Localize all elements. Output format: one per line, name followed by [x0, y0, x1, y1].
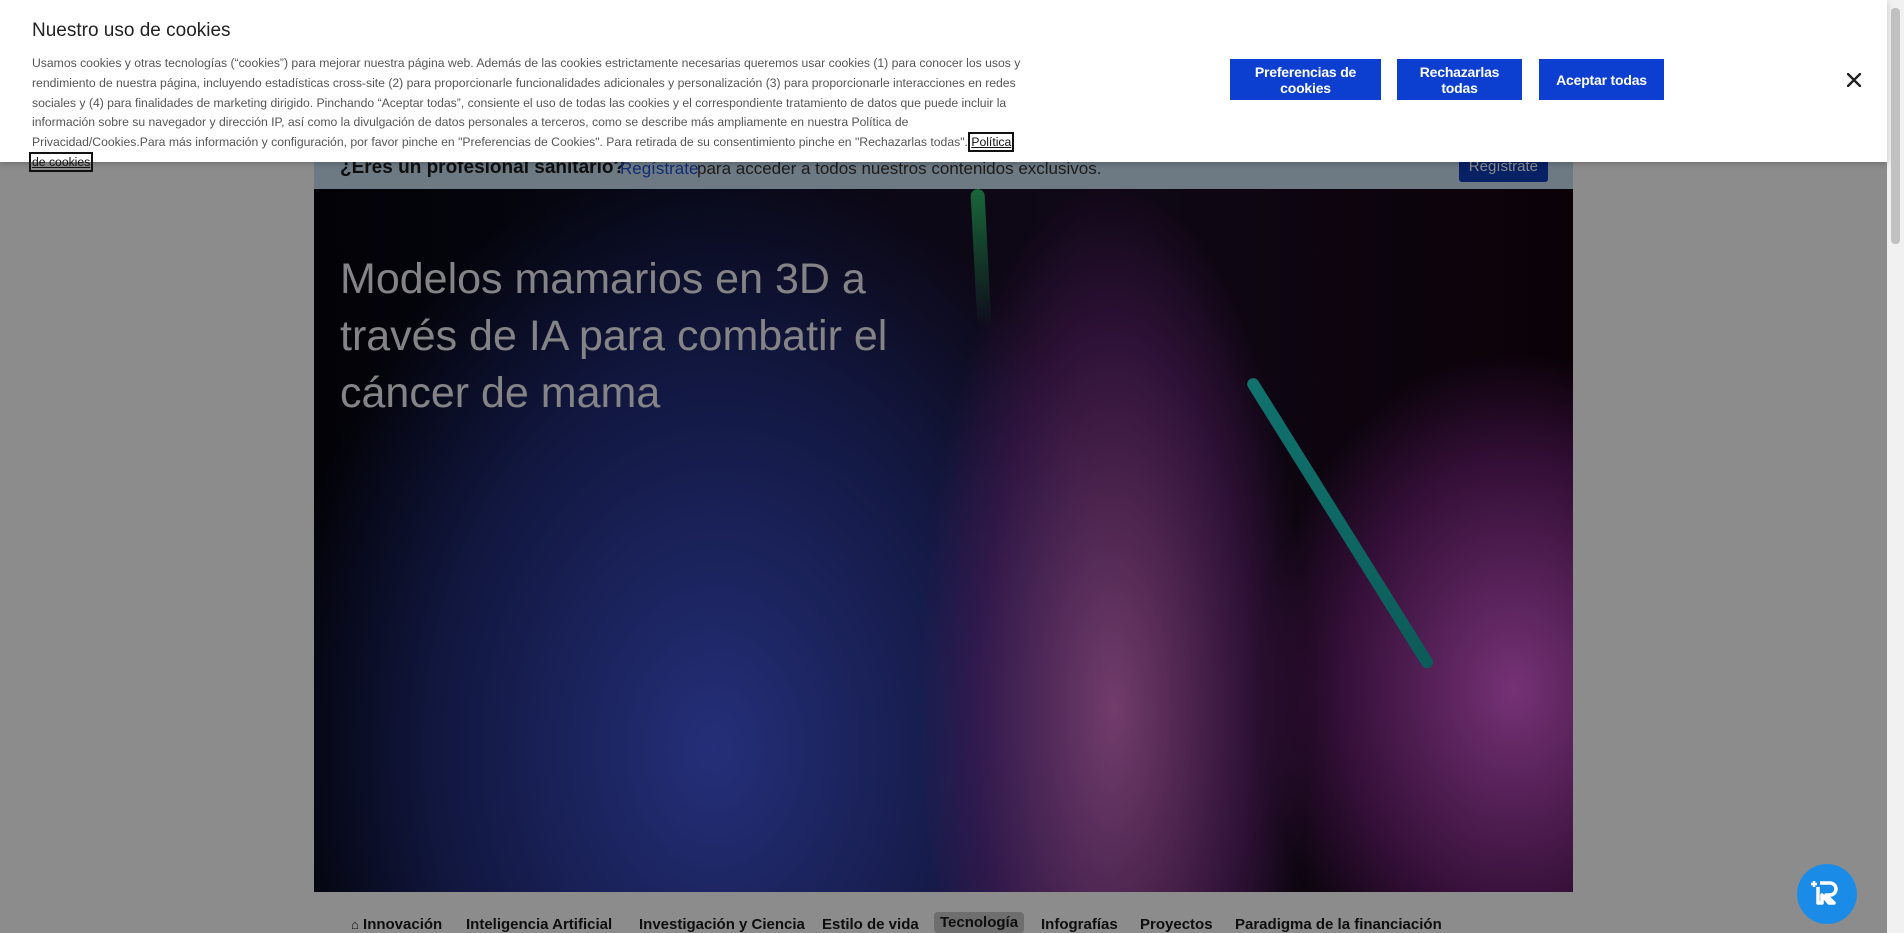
close-icon — [1847, 73, 1861, 87]
scrollbar[interactable] — [1887, 0, 1904, 933]
cookie-description: Usamos cookies y otras tecnologías (“coo… — [28, 54, 1022, 173]
cookie-banner: Nuestro uso de cookies Usamos cookies y … — [0, 0, 1887, 172]
close-button[interactable] — [1840, 66, 1868, 94]
assistant-button[interactable] — [1797, 864, 1857, 924]
cookie-title: Nuestro uso de cookies — [32, 20, 231, 41]
assistant-icon — [1810, 875, 1844, 914]
scrollbar-thumb[interactable] — [1891, 8, 1900, 244]
cookie-description-text: Usamos cookies y otras tecnologías (“coo… — [32, 56, 1021, 150]
cookie-preferences-button[interactable]: Preferencias de cookies — [1230, 59, 1381, 100]
reject-all-button[interactable]: Rechazarlas todas — [1397, 59, 1522, 100]
accept-all-button[interactable]: Aceptar todas — [1539, 59, 1664, 100]
